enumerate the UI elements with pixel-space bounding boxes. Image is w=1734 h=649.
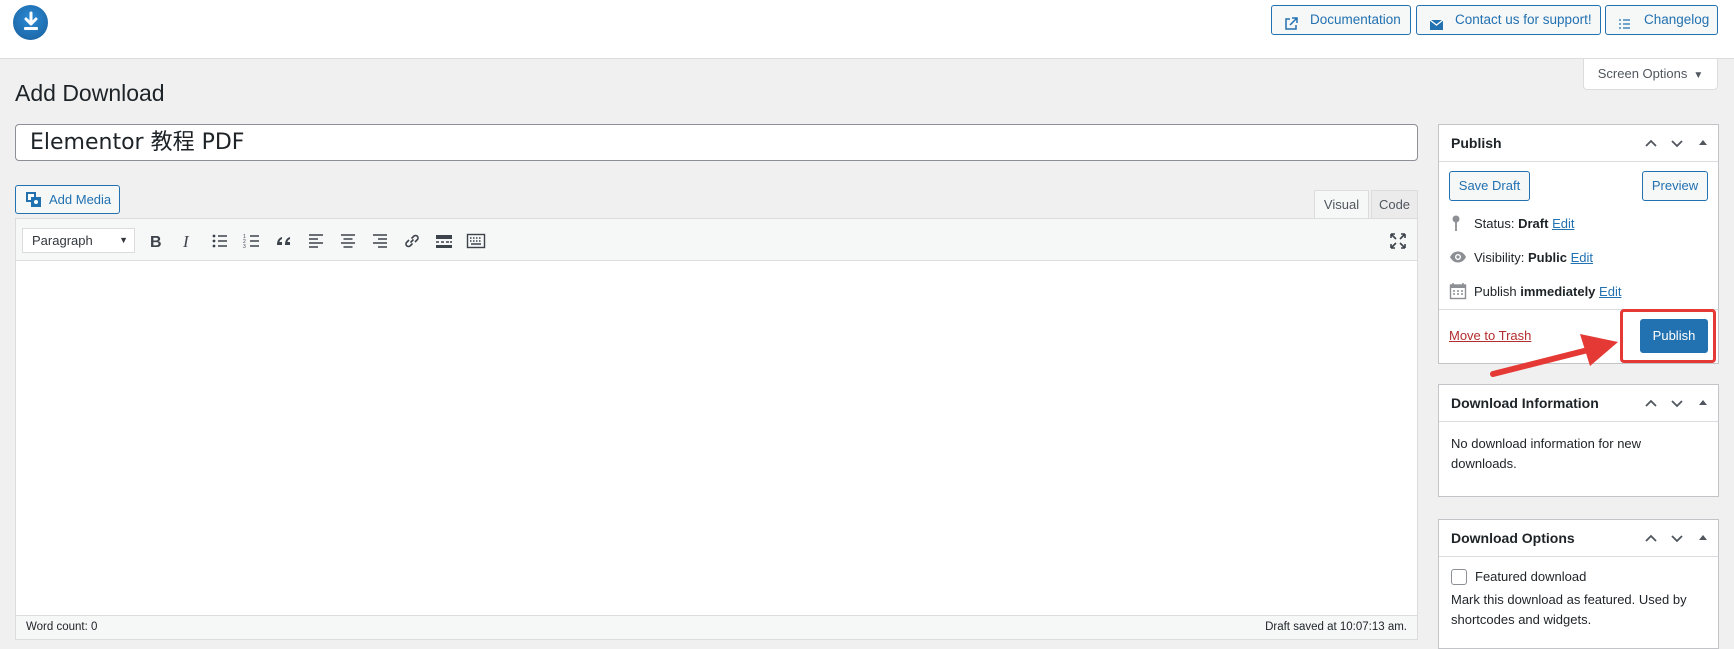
- download-information-text: No download information for new download…: [1451, 436, 1642, 471]
- move-up-icon[interactable]: [1643, 125, 1659, 174]
- link-icon[interactable]: [402, 231, 422, 251]
- top-bar: Documentation Contact us for support! Ch…: [0, 0, 1734, 59]
- publish-value: immediately: [1520, 284, 1596, 299]
- editor-toolbar: Paragraph ▼ B I 123: [16, 219, 1417, 261]
- publish-box-header: Publish: [1439, 125, 1718, 162]
- screen-options-button[interactable]: Screen Options ▼: [1583, 59, 1718, 90]
- move-up-icon[interactable]: [1643, 520, 1659, 569]
- blockquote-icon[interactable]: [274, 231, 294, 251]
- changelog-link[interactable]: Changelog: [1605, 5, 1718, 35]
- add-media-button[interactable]: Add Media: [15, 185, 120, 214]
- move-down-icon[interactable]: [1669, 520, 1685, 569]
- editor-status-bar: Word count: 0 Draft saved at 10:07:13 am…: [16, 615, 1417, 639]
- align-right-icon[interactable]: [370, 231, 390, 251]
- add-media-label: Add Media: [49, 192, 112, 207]
- preview-button[interactable]: Preview: [1642, 171, 1708, 201]
- tab-visual[interactable]: Visual: [1314, 190, 1369, 219]
- featured-download-description: Mark this download as featured. Used by …: [1451, 592, 1687, 627]
- download-options-header: Download Options: [1439, 520, 1718, 557]
- contact-support-label: Contact us for support!: [1455, 12, 1592, 27]
- save-draft-button[interactable]: Save Draft: [1449, 171, 1530, 201]
- featured-download-label: Featured download: [1475, 569, 1587, 584]
- read-more-icon[interactable]: [434, 231, 454, 251]
- svg-text:3: 3: [243, 244, 246, 250]
- status-value: Draft: [1518, 216, 1549, 231]
- download-options-box: Download Options Featured download Mark …: [1438, 519, 1719, 649]
- list-icon: [1618, 13, 1631, 41]
- toggle-panel-icon[interactable]: [1697, 125, 1709, 174]
- publish-label: Publish: [1474, 284, 1517, 299]
- caret-down-icon: ▼: [1693, 70, 1704, 81]
- bold-icon[interactable]: B: [146, 231, 166, 251]
- visibility-label: Visibility:: [1474, 250, 1525, 265]
- move-down-icon[interactable]: [1669, 125, 1685, 174]
- toolbar-toggle-icon[interactable]: [466, 231, 486, 251]
- align-center-icon[interactable]: [338, 231, 358, 251]
- calendar-icon: [1449, 282, 1467, 303]
- format-select-value: Paragraph: [32, 233, 93, 248]
- download-information-box: Download Information No download informa…: [1438, 384, 1719, 497]
- pin-icon: [1449, 214, 1463, 235]
- visibility-value: Public: [1527, 250, 1567, 265]
- status-label: Status:: [1474, 216, 1515, 231]
- download-information-title: Download Information: [1451, 395, 1599, 411]
- tab-code[interactable]: Code: [1371, 190, 1418, 219]
- publish-box-title: Publish: [1451, 135, 1502, 151]
- fullscreen-icon[interactable]: [1388, 231, 1408, 251]
- download-icon[interactable]: [13, 5, 48, 40]
- edit-visibility-link[interactable]: Edit: [1571, 250, 1593, 265]
- annotation-arrow-icon: [1490, 334, 1618, 377]
- bulleted-list-icon[interactable]: [210, 231, 230, 251]
- draft-saved-status: Draft saved at 10:07:13 am.: [1265, 621, 1407, 633]
- format-select[interactable]: Paragraph ▼: [22, 228, 135, 253]
- changelog-label: Changelog: [1644, 12, 1710, 27]
- highlight-box: [1620, 309, 1716, 363]
- page-title: Add Download: [15, 80, 165, 106]
- envelope-icon: [1429, 13, 1444, 41]
- contact-support-link[interactable]: Contact us for support!: [1416, 5, 1601, 35]
- add-media-icon: [25, 191, 43, 218]
- chevron-down-icon: ▼: [119, 235, 128, 245]
- download-information-header: Download Information: [1439, 385, 1718, 422]
- svg-text:B: B: [150, 234, 162, 251]
- move-down-icon[interactable]: [1669, 385, 1685, 434]
- eye-icon: [1449, 248, 1467, 269]
- svg-text:I: I: [182, 232, 190, 251]
- featured-download-checkbox[interactable]: [1451, 569, 1467, 585]
- post-title-input[interactable]: Elementor 教程 PDF: [15, 124, 1418, 161]
- documentation-link[interactable]: Documentation: [1271, 5, 1411, 35]
- edit-status-link[interactable]: Edit: [1552, 216, 1574, 231]
- italic-icon[interactable]: I: [178, 231, 198, 251]
- screen-options-label: Screen Options: [1597, 66, 1688, 81]
- move-up-icon[interactable]: [1643, 385, 1659, 434]
- word-count: Word count: 0: [26, 621, 98, 633]
- numbered-list-icon[interactable]: 123: [242, 231, 262, 251]
- toggle-panel-icon[interactable]: [1697, 385, 1709, 434]
- external-link-icon: [1284, 13, 1298, 41]
- documentation-label: Documentation: [1310, 12, 1401, 27]
- align-left-icon[interactable]: [306, 231, 326, 251]
- download-options-title: Download Options: [1451, 530, 1575, 546]
- edit-schedule-link[interactable]: Edit: [1599, 284, 1621, 299]
- toggle-panel-icon[interactable]: [1697, 520, 1709, 569]
- content-editor: Paragraph ▼ B I 123 Word count: 0 Draft …: [15, 218, 1418, 640]
